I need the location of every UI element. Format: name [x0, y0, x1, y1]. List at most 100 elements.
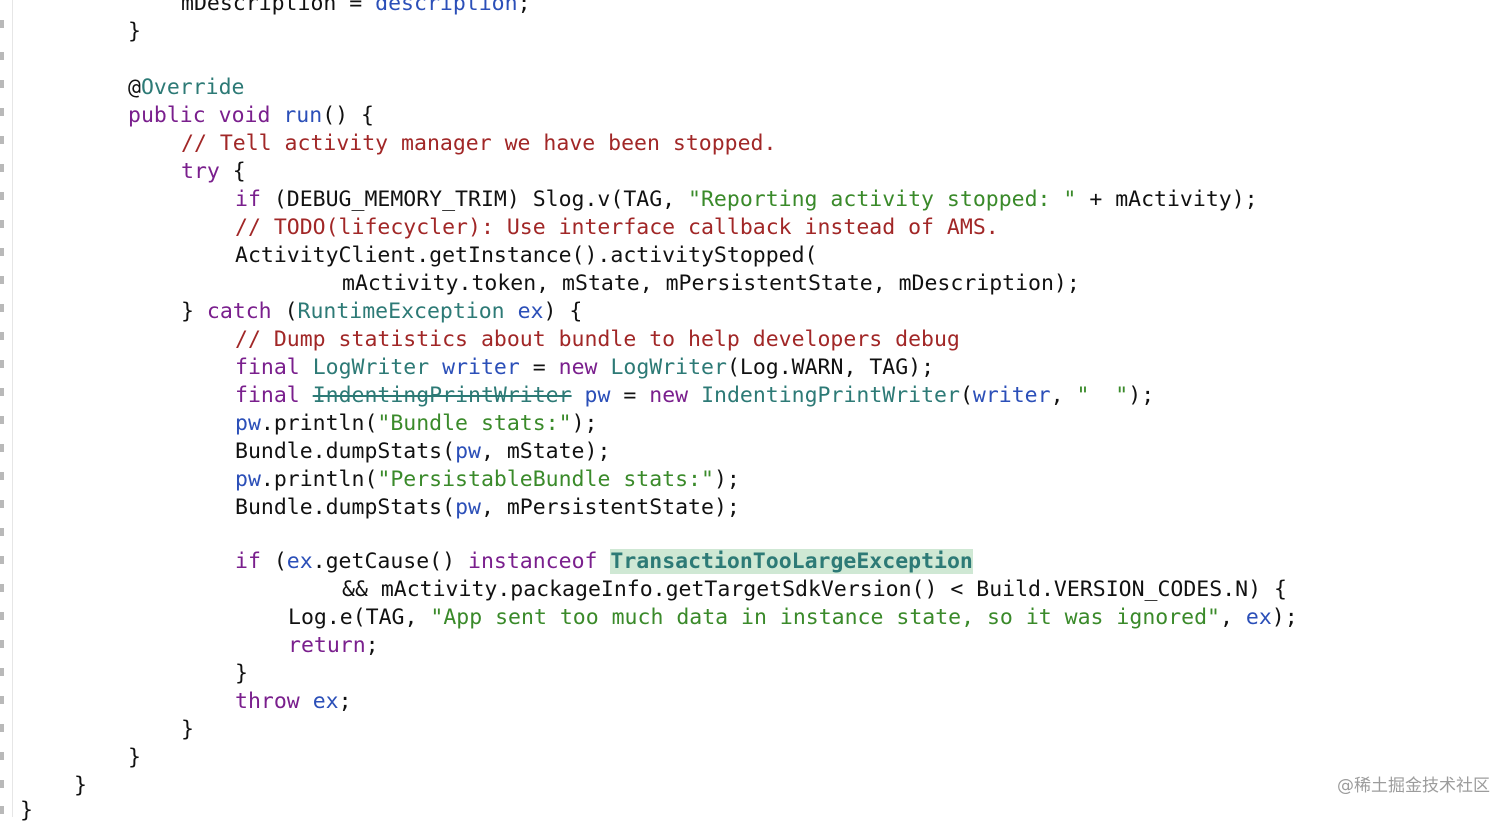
code-line-10[interactable]: ActivityClient.getInstance().activitySto… — [235, 242, 817, 270]
code-token: if — [235, 187, 261, 212]
code-token: " " — [1076, 383, 1129, 408]
highlighted-symbol[interactable]: TransactionTooLargeException — [610, 549, 973, 574]
code-token: } — [128, 745, 141, 770]
code-editor[interactable]: mDescription = description; } @Override … — [0, 0, 1512, 823]
code-token: (Log.WARN, TAG); — [726, 355, 935, 380]
code-token: // TODO(lifecycler): Use interface callb… — [235, 215, 999, 240]
code-line-9[interactable]: // TODO(lifecycler): Use interface callb… — [235, 214, 999, 242]
code-token: pw — [455, 495, 481, 520]
code-token: // Tell activity manager we have been st… — [181, 131, 777, 156]
code-line-7[interactable]: try { — [181, 158, 246, 186]
code-token: ex — [286, 549, 313, 574]
code-line-15[interactable]: final IndentingPrintWriter pw = new Inde… — [235, 382, 1154, 410]
code-line-30[interactable]: } — [20, 797, 33, 825]
code-line-28[interactable]: } — [128, 744, 141, 772]
code-token: = — [610, 383, 650, 408]
code-token: ); — [571, 411, 598, 436]
code-token: mDescription = — [181, 0, 376, 16]
code-token: .println( — [260, 411, 378, 436]
code-token: , — [1219, 605, 1246, 630]
code-line-17[interactable]: Bundle.dumpStats(pw, mState); — [235, 438, 610, 466]
code-line-1[interactable]: mDescription = description; — [181, 0, 531, 18]
code-line-4[interactable]: @Override — [128, 74, 245, 102]
code-line-2[interactable]: } — [128, 18, 141, 46]
code-token: new — [649, 383, 689, 408]
code-line-22[interactable]: && mActivity.packageInfo.getTargetSdkVer… — [342, 576, 1287, 604]
code-token: LogWriter — [312, 355, 430, 380]
code-token: Log.e(TAG, — [288, 605, 431, 630]
code-token: // Dump statistics about bundle to help … — [235, 327, 960, 352]
code-token: () { — [322, 103, 374, 128]
code-token: = — [519, 355, 559, 380]
code-line-26[interactable]: throw ex; — [235, 688, 352, 716]
code-line-21[interactable]: if (ex.getCause() instanceof Transaction… — [235, 548, 973, 576]
code-token: run — [283, 103, 323, 128]
code-token: new — [558, 355, 598, 380]
code-line-24[interactable]: return; — [288, 632, 379, 660]
code-token: final — [235, 383, 300, 408]
code-token: ActivityClient.getInstance().activitySto… — [235, 243, 818, 268]
code-token: void — [218, 103, 271, 128]
code-line-12[interactable]: } catch (RuntimeException ex) { — [181, 298, 582, 326]
code-token: writer — [972, 383, 1051, 408]
code-token: @ — [128, 75, 141, 100]
code-token: catch — [206, 299, 272, 324]
code-token: Bundle.dumpStats( — [235, 495, 456, 520]
code-line-6[interactable]: // Tell activity manager we have been st… — [181, 130, 776, 158]
code-token: writer — [442, 355, 520, 380]
code-line-16[interactable]: pw.println("Bundle stats:"); — [235, 410, 597, 438]
code-token: return — [288, 633, 366, 658]
code-token: final — [235, 355, 300, 380]
code-token: , mPersistentState); — [480, 495, 740, 520]
code-line-5[interactable]: public void run() { — [128, 102, 374, 130]
code-token: ; — [338, 689, 352, 714]
code-token: && mActivity.packageInfo.getTargetSdkVer… — [342, 577, 1287, 602]
code-token: Bundle.dumpStats( — [235, 439, 456, 464]
code-token: description — [375, 0, 518, 16]
code-token: instanceof — [468, 549, 598, 574]
code-line-29[interactable]: } — [74, 772, 87, 800]
code-token: ; — [517, 0, 531, 16]
code-token: ex — [1245, 605, 1272, 630]
code-line-11[interactable]: mActivity.token, mState, mPersistentStat… — [342, 270, 1080, 298]
code-token: ( — [260, 549, 287, 574]
code-line-13[interactable]: // Dump statistics about bundle to help … — [235, 326, 960, 354]
code-token: , — [1050, 383, 1077, 408]
code-token: pw — [584, 383, 611, 408]
code-line-25[interactable]: } — [235, 660, 248, 688]
watermark: @稀土掘金技术社区 — [1337, 776, 1490, 796]
code-token: + mActivity); — [1076, 187, 1258, 212]
code-token: "Reporting activity stopped: " — [688, 187, 1077, 212]
code-token: "PersistableBundle stats:" — [377, 467, 714, 492]
code-line-8[interactable]: if (DEBUG_MEMORY_TRIM) Slog.v(TAG, "Repo… — [235, 186, 1258, 214]
code-token: ex — [517, 299, 544, 324]
code-token: ); — [713, 467, 740, 492]
code-token: ; — [365, 633, 379, 658]
code-token: pw — [235, 467, 261, 492]
code-line-18[interactable]: pw.println("PersistableBundle stats:"); — [235, 466, 740, 494]
code-token: ex — [312, 689, 339, 714]
code-token: ) { — [543, 299, 583, 324]
code-token: .println( — [260, 467, 378, 492]
code-token: IndentingPrintWriter — [312, 383, 572, 408]
code-token: } — [181, 717, 194, 742]
code-token: LogWriter — [610, 355, 727, 380]
code-line-14[interactable]: final LogWriter writer = new LogWriter(L… — [235, 354, 934, 382]
code-line-19[interactable]: Bundle.dumpStats(pw, mPersistentState); — [235, 494, 740, 522]
code-line-23[interactable]: Log.e(TAG, "App sent too much data in in… — [288, 604, 1298, 632]
code-token: } — [74, 773, 87, 798]
code-token: , mState); — [480, 439, 611, 464]
code-line-27[interactable]: } — [181, 716, 194, 744]
code-token: Override — [140, 75, 245, 100]
code-token: ); — [1128, 383, 1155, 408]
code-token: "Bundle stats:" — [377, 411, 572, 436]
code-token: { — [219, 159, 246, 184]
code-token: } — [235, 661, 248, 686]
